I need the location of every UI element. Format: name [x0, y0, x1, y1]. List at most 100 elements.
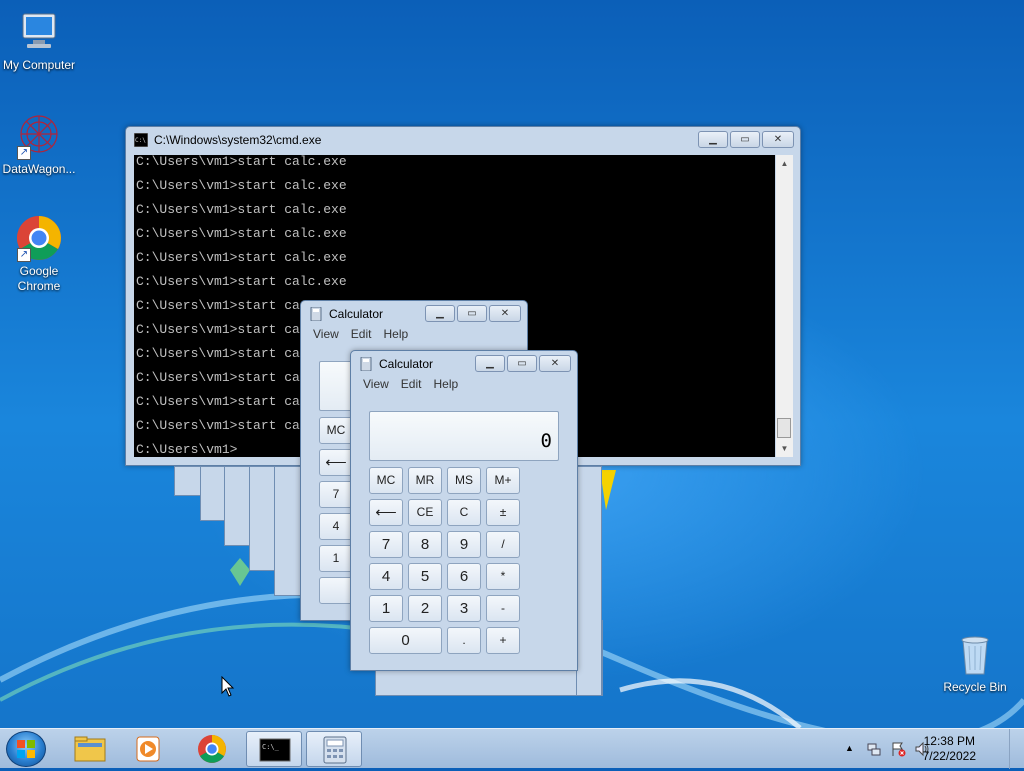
maximize-button[interactable]: ▭: [730, 131, 760, 148]
key-ms[interactable]: MS: [447, 467, 481, 494]
key-8[interactable]: 8: [408, 531, 442, 558]
console-scrollbar[interactable]: ▲ ▼: [776, 155, 793, 457]
restore-icon: ▭: [517, 358, 527, 369]
key-multiply[interactable]: *: [486, 563, 520, 590]
close-icon: ✕: [773, 134, 783, 145]
console-line: C:\Users\vm1>start calc.exe: [136, 274, 347, 289]
shortcut-arrow-icon: ↗: [17, 248, 31, 262]
key-ce[interactable]: CE: [408, 499, 442, 526]
calculator-app-icon: [360, 357, 372, 371]
calculator-title: Calculator: [329, 307, 384, 321]
key-mc[interactable]: MC: [369, 467, 403, 494]
restore-icon: ▭: [467, 308, 477, 319]
taskbar: C:\_ ▲ 12:38 PM 7/22/2022: [0, 728, 1024, 769]
minimize-button[interactable]: ▁: [425, 305, 455, 322]
minimize-button[interactable]: ▁: [475, 355, 505, 372]
menu-edit[interactable]: Edit: [401, 377, 422, 397]
key-2[interactable]: 2: [408, 595, 442, 622]
scroll-thumb[interactable]: [777, 418, 791, 438]
menu-view[interactable]: View: [313, 327, 339, 347]
close-button[interactable]: ✕: [489, 305, 521, 322]
calculator-window-front[interactable]: Calculator ▁ ▭ ✕ View Edit Help 0 MC MR …: [350, 350, 578, 671]
maximize-button[interactable]: ▭: [507, 355, 537, 372]
key-mc[interactable]: MC: [319, 417, 353, 444]
desktop-icon-label: Recycle Bin: [943, 680, 1007, 694]
key-3[interactable]: 3: [447, 595, 481, 622]
calculator-app-icon: [310, 307, 322, 321]
datawagon-icon: ↗: [15, 112, 63, 160]
key-m-plus[interactable]: M+: [486, 467, 520, 494]
key-plus-minus[interactable]: ±: [486, 499, 520, 526]
desktop-icon-recycle-bin[interactable]: Recycle Bin: [936, 630, 1014, 695]
taskbar-calculator[interactable]: [306, 731, 362, 767]
console-line: C:\Users\vm1>start calc.exe: [136, 155, 347, 169]
menu-help[interactable]: Help: [433, 377, 458, 397]
cmd-titlebar[interactable]: C:\ C:\Windows\system32\cmd.exe ▁ ▭ ✕: [126, 127, 800, 153]
taskbar-media-player[interactable]: [120, 731, 176, 767]
close-icon: ✕: [550, 358, 560, 369]
desktop-icon-google-chrome[interactable]: ↗ Google Chrome: [0, 214, 78, 294]
windows-logo-icon: [17, 740, 35, 758]
console-line: C:\Users\vm1>start calc.exe: [136, 202, 347, 217]
key-add[interactable]: +: [486, 627, 520, 654]
show-desktop-button[interactable]: [1009, 729, 1024, 769]
calculator-titlebar[interactable]: Calculator ▁ ▭ ✕: [301, 301, 527, 327]
taskbar-clock[interactable]: 12:38 PM 7/22/2022: [923, 734, 976, 764]
key-1[interactable]: 1: [369, 595, 403, 622]
key-divide[interactable]: /: [486, 531, 520, 558]
menu-view[interactable]: View: [363, 377, 389, 397]
clock-date: 7/22/2022: [922, 749, 976, 763]
minimize-icon: ▁: [486, 358, 494, 369]
display-value: 0: [540, 430, 552, 452]
key-mr[interactable]: MR: [408, 467, 442, 494]
recycle-bin-icon: [951, 630, 999, 678]
calculator-titlebar[interactable]: Calculator ▁ ▭ ✕: [351, 351, 577, 377]
desktop-icon-label: DataWagon...: [2, 162, 76, 176]
taskbar-chrome[interactable]: [184, 731, 240, 767]
start-button[interactable]: [6, 731, 46, 767]
calculator-app-icon: [323, 736, 347, 764]
folder-icon: [74, 736, 106, 762]
menu-help[interactable]: Help: [383, 327, 408, 347]
show-hidden-icons-icon[interactable]: ▲: [845, 743, 861, 759]
taskbar-explorer[interactable]: [62, 731, 118, 767]
network-icon[interactable]: [866, 741, 882, 757]
key-4[interactable]: 4: [369, 563, 403, 590]
key-0[interactable]: 0: [369, 627, 442, 654]
key-5[interactable]: 5: [408, 563, 442, 590]
desktop-icon-my-computer[interactable]: My Computer: [0, 8, 78, 73]
media-player-icon: [136, 736, 160, 762]
console-line: C:\Users\vm1>start calc.exe: [136, 226, 347, 241]
close-button[interactable]: ✕: [762, 131, 794, 148]
minimize-icon: ▁: [436, 308, 444, 319]
maximize-button[interactable]: ▭: [457, 305, 487, 322]
menu-edit[interactable]: Edit: [351, 327, 372, 347]
action-center-flag-icon[interactable]: [890, 741, 906, 757]
calculator-title: Calculator: [379, 357, 434, 371]
desktop-icon-datawagon[interactable]: ↗ DataWagon...: [0, 112, 78, 177]
minimize-button[interactable]: ▁: [698, 131, 728, 148]
key-c[interactable]: C: [447, 499, 481, 526]
scroll-down-arrow-icon[interactable]: ▼: [776, 440, 793, 457]
key-6[interactable]: 6: [447, 563, 481, 590]
cmd-icon: C:\_: [259, 738, 291, 762]
desktop-icon-label: Google Chrome: [17, 264, 61, 293]
key-9[interactable]: 9: [447, 531, 481, 558]
key-7[interactable]: 7: [319, 481, 353, 508]
console-line: C:\Users\vm1>start calc.exe: [136, 250, 347, 265]
chrome-icon: ↗: [15, 214, 63, 262]
key-7[interactable]: 7: [369, 531, 403, 558]
key-backspace[interactable]: ⟵: [319, 449, 353, 476]
key-4[interactable]: 4: [319, 513, 353, 540]
taskbar-cmd[interactable]: C:\_: [246, 731, 302, 767]
close-button[interactable]: ✕: [539, 355, 571, 372]
key-1[interactable]: 1: [319, 545, 353, 572]
cmd-icon: C:\: [134, 133, 148, 147]
minimize-icon: ▁: [709, 134, 717, 145]
svg-text:C:\: C:\: [135, 137, 146, 144]
scroll-up-arrow-icon[interactable]: ▲: [776, 155, 793, 172]
key-backspace[interactable]: ⟵: [369, 499, 403, 526]
key-0[interactable]: [319, 577, 353, 604]
key-decimal[interactable]: .: [447, 627, 481, 654]
key-subtract[interactable]: -: [486, 595, 520, 622]
